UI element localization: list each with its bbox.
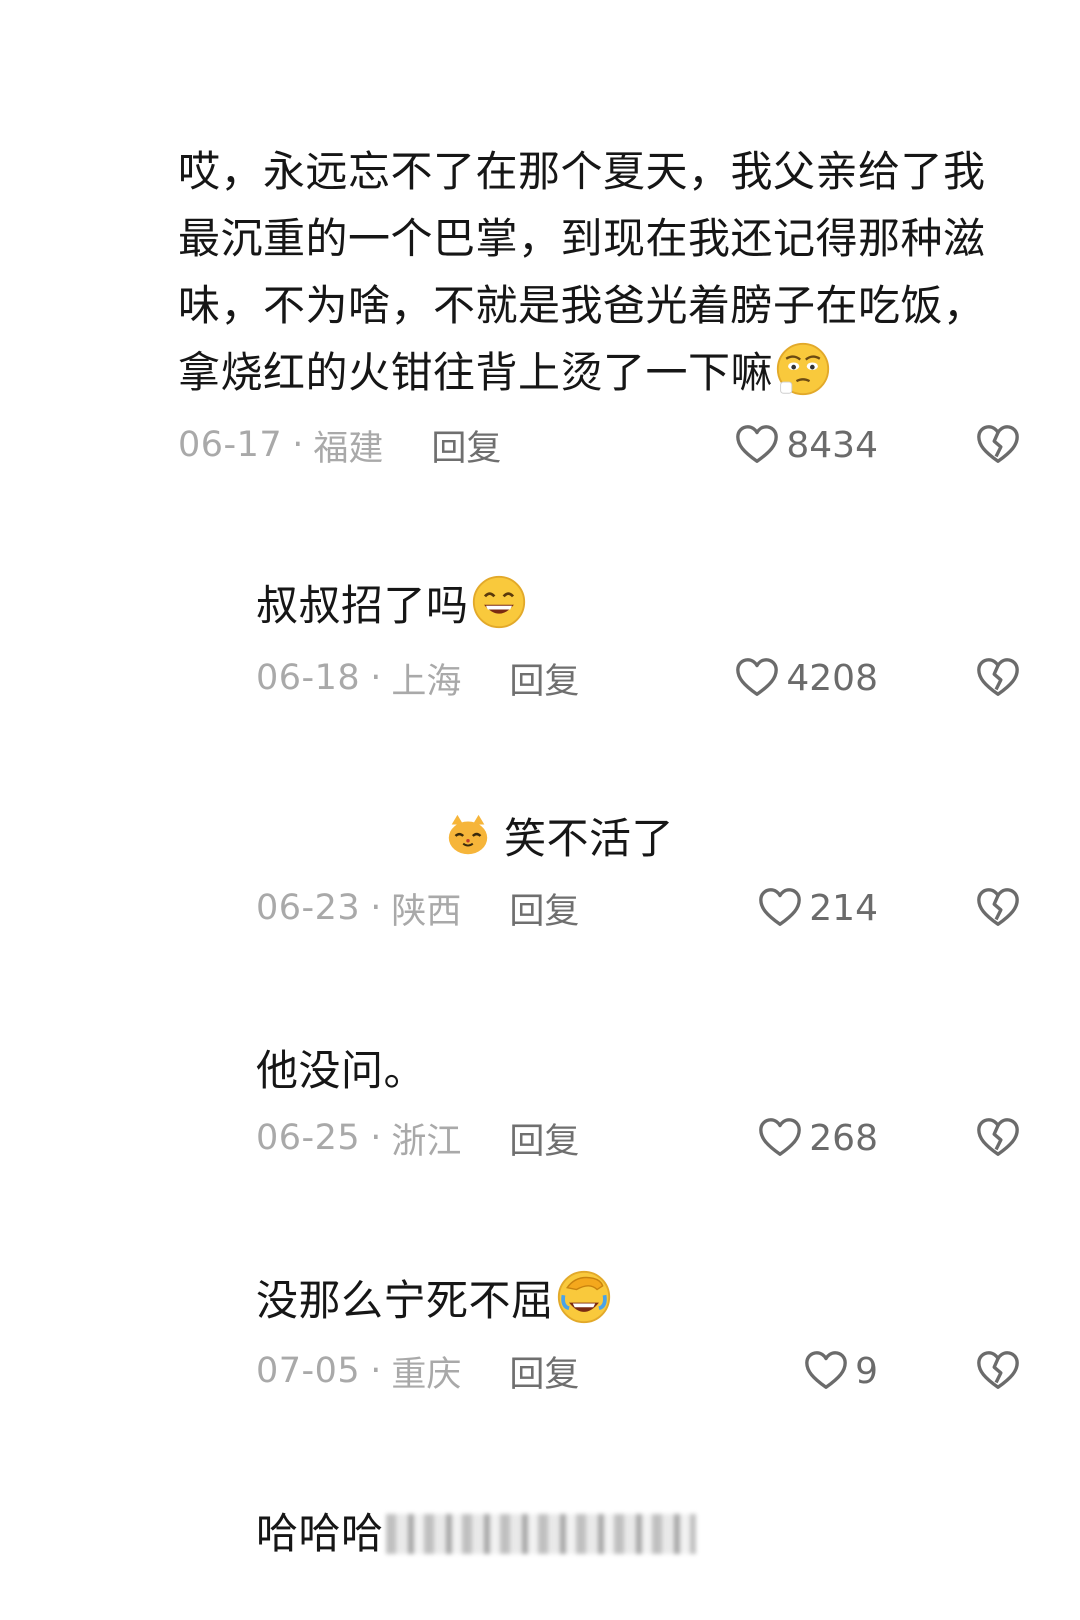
comment-text: 笑不活了 — [444, 805, 1004, 872]
comment-2-meta: 06-18 · 上海 回复 4208 — [256, 653, 878, 703]
comment-meta: 06-18 · 上海 回复 — [256, 653, 579, 703]
meta-separator: · — [370, 1118, 382, 1158]
comment-text: 哈哈哈 — [256, 1500, 1016, 1567]
comment-text: 没那么宁死不屈 — [256, 1267, 1016, 1334]
comment-5: 没那么宁死不屈 — [256, 1267, 1016, 1334]
comment-date: 06-18 — [256, 658, 361, 698]
reply-button[interactable]: 回复 — [509, 883, 579, 934]
comment-4: 他没问。 — [256, 1037, 1016, 1104]
comment-meta: 06-25 · 浙江 回复 — [256, 1113, 579, 1163]
comment-4-meta: 06-25 · 浙江 回复 268 — [256, 1113, 878, 1163]
comment-2: 叔叔招了吗 — [256, 572, 1016, 639]
comment-location: 上海 — [391, 661, 462, 702]
meta-separator: · — [370, 658, 382, 698]
cat-face-emoji — [444, 811, 492, 859]
comment-date: 07-05 — [256, 1351, 361, 1391]
comment-3: 笑不活了 — [444, 805, 1004, 872]
heart-icon — [736, 425, 779, 463]
dislike-button[interactable] — [975, 422, 1021, 468]
like-count: 214 — [809, 887, 878, 929]
pleading-face-emoji — [775, 341, 831, 397]
heart-icon — [759, 1118, 802, 1156]
meta-separator: · — [370, 888, 382, 928]
like-button[interactable]: 8434 — [734, 420, 878, 470]
reply-button[interactable]: 回复 — [509, 653, 579, 704]
watermark-overlay — [385, 1514, 696, 1554]
heart-icon — [805, 1351, 847, 1389]
grinning-face-emoji — [471, 574, 527, 630]
meta-separator: · — [292, 425, 304, 465]
comment-location: 福建 — [313, 428, 384, 469]
comment-6: 哈哈哈 — [256, 1500, 1016, 1567]
comment-text: 叔叔招了吗 — [256, 572, 1016, 639]
comment-date: 06-23 — [256, 888, 361, 928]
dislike-button[interactable] — [975, 885, 1021, 931]
comment-text: 哎，永远忘不了在那个夏天，我父亲给了我最沉重的一个巴掌，到现在我还记得那种滋味，… — [178, 147, 986, 397]
broken-heart-icon — [977, 425, 1019, 463]
broken-heart-icon — [977, 1351, 1019, 1389]
reply-button[interactable]: 回复 — [431, 420, 501, 471]
comment-5-meta: 07-05 · 重庆 回复 9 — [256, 1346, 878, 1396]
comment-1: 哎，永远忘不了在那个夏天，我父亲给了我最沉重的一个巴掌，到现在我还记得那种滋味，… — [178, 138, 1008, 406]
comment-meta: 07-05 · 重庆 回复 — [256, 1346, 579, 1396]
heart-icon — [736, 658, 779, 696]
comment-1-meta: 06-17 · 福建 回复 8434 — [178, 420, 878, 470]
like-count: 4208 — [786, 657, 878, 699]
comment-location: 浙江 — [391, 1121, 462, 1162]
like-button[interactable]: 268 — [757, 1113, 878, 1163]
like-count: 8434 — [786, 424, 878, 466]
like-count: 9 — [855, 1350, 878, 1392]
dislike-button[interactable] — [975, 1115, 1021, 1161]
comment-date: 06-25 — [256, 1118, 361, 1158]
reply-button[interactable]: 回复 — [509, 1346, 579, 1397]
comment-meta: 06-17 · 福建 回复 — [178, 420, 501, 470]
comment-3-meta: 06-23 · 陕西 回复 214 — [256, 883, 878, 933]
comment-meta: 06-23 · 陕西 回复 — [256, 883, 579, 933]
broken-heart-icon — [977, 658, 1019, 696]
meta-separator: · — [370, 1351, 382, 1391]
like-button[interactable]: 214 — [757, 883, 878, 933]
comment-text: 他没问。 — [256, 1046, 427, 1095]
like-button[interactable]: 9 — [803, 1346, 878, 1396]
like-count: 268 — [809, 1117, 878, 1159]
dislike-button[interactable] — [975, 1348, 1021, 1394]
heart-icon — [759, 888, 802, 926]
dislike-button[interactable] — [975, 655, 1021, 701]
face-palm-laugh-emoji — [556, 1269, 612, 1325]
comment-date: 06-17 — [178, 425, 283, 465]
broken-heart-icon — [977, 1118, 1019, 1156]
comment-location: 陕西 — [391, 891, 462, 932]
broken-heart-icon — [977, 888, 1019, 926]
comment-location: 重庆 — [391, 1354, 462, 1395]
reply-button[interactable]: 回复 — [509, 1113, 579, 1164]
like-button[interactable]: 4208 — [734, 653, 878, 703]
